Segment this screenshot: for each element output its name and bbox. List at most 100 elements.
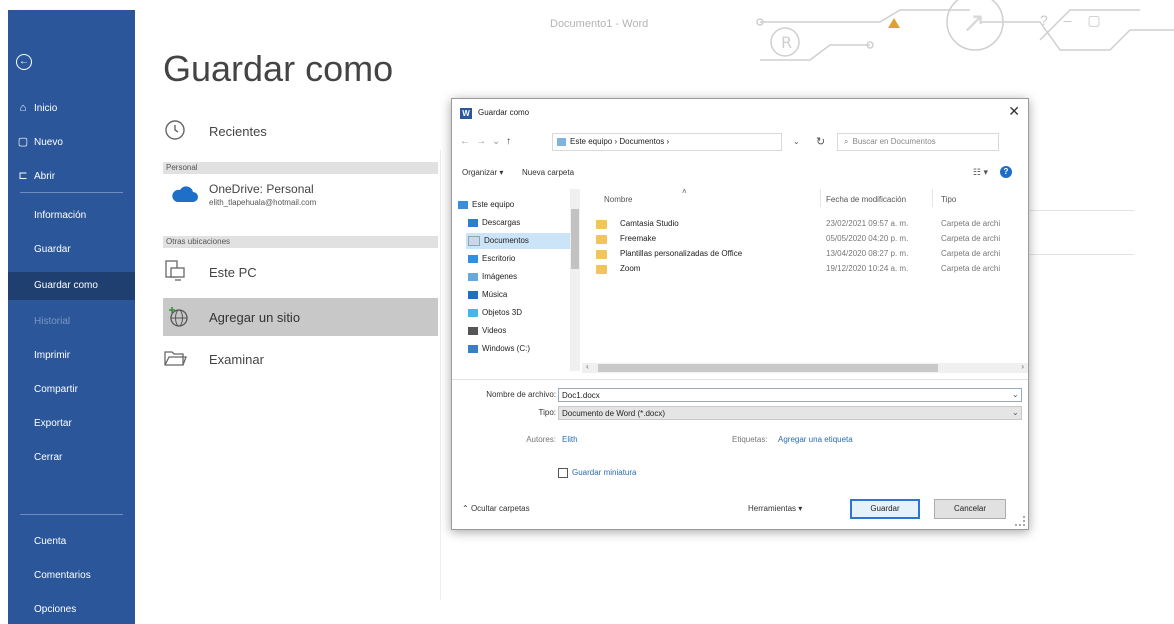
scrollbar-thumb[interactable] <box>598 364 938 372</box>
svg-text:R: R <box>781 33 792 52</box>
tree-item-documentos[interactable]: Documentos <box>466 233 572 249</box>
organize-button[interactable]: Organizar ▾ <box>462 168 503 177</box>
tree-scrollbar[interactable] <box>570 189 580 371</box>
sidebar-item-opciones[interactable]: Opciones <box>8 596 135 624</box>
sidebar-item-guardar-como[interactable]: Guardar como <box>8 272 135 300</box>
column-header-date[interactable]: Fecha de modificación <box>826 195 906 204</box>
forward-icon[interactable]: → <box>476 136 486 147</box>
svg-text:↗: ↗ <box>962 6 985 39</box>
save-as-dialog: W Guardar como ✕ ← → ⌄ ↑ Este equipo › D… <box>451 98 1029 530</box>
sidebar-item-label: Inicio <box>34 103 58 114</box>
tree-item-imagenes[interactable]: Imágenes <box>468 269 517 285</box>
sidebar-item-exportar[interactable]: Exportar <box>8 410 135 438</box>
column-separator[interactable] <box>820 189 821 207</box>
sidebar-item-imprimir[interactable]: Imprimir <box>8 342 135 370</box>
tags-value[interactable]: Agregar una etiqueta <box>778 435 853 444</box>
tree-item-label: Imágenes <box>482 272 518 281</box>
tree-item-musica[interactable]: Música <box>468 287 507 303</box>
tree-item-windows-c[interactable]: Windows (C:) <box>468 341 530 357</box>
authors-label: Autores: <box>526 435 556 444</box>
pictures-icon <box>468 272 478 281</box>
file-row[interactable]: Zoom 19/12/2020 10:24 a. m. Carpeta de a… <box>596 262 1026 276</box>
navigation-pane: Este equipo Descargas Documentos Escrito… <box>452 189 572 371</box>
authors-value[interactable]: Elith <box>562 435 578 444</box>
documents-icon <box>468 235 480 246</box>
resize-grip[interactable] <box>1015 516 1025 526</box>
cancel-button[interactable]: Cancelar <box>934 499 1006 519</box>
location-este-pc[interactable]: Este PC <box>163 256 363 288</box>
sidebar-item-abrir[interactable]: ⊏ Abrir <box>8 162 135 190</box>
tree-item-label: Videos <box>482 326 507 335</box>
tools-label: Herramientas <box>748 504 797 513</box>
column-header-type[interactable]: Tipo <box>941 195 956 204</box>
back-icon[interactable]: ← <box>460 136 470 147</box>
tree-item-este-equipo[interactable]: Este equipo <box>458 197 514 213</box>
location-recientes[interactable]: Recientes <box>163 118 363 146</box>
sidebar-item-nuevo[interactable]: ▢ Nuevo <box>8 128 135 156</box>
view-options-icon[interactable]: ☷ ▾ <box>973 167 988 178</box>
scroll-left-icon[interactable]: ‹ <box>586 362 589 371</box>
column-separator[interactable] <box>932 189 933 207</box>
sidebar-item-informacion[interactable]: Información <box>8 202 135 230</box>
horizontal-scrollbar[interactable]: ‹ › <box>582 362 1028 373</box>
save-button[interactable]: Guardar <box>850 499 920 519</box>
location-examinar[interactable]: Examinar <box>163 346 363 374</box>
up-icon[interactable]: ↑ <box>506 136 511 147</box>
tree-item-label: Descargas <box>482 218 521 227</box>
new-folder-button[interactable]: Nueva carpeta <box>522 168 574 177</box>
tree-item-label: Este equipo <box>472 200 515 209</box>
tree-item-label: Escritorio <box>482 254 516 263</box>
tree-item-descargas[interactable]: Descargas <box>468 215 520 231</box>
tree-item-label: Objetos 3D <box>482 308 523 317</box>
sidebar-item-inicio[interactable]: ⌂ Inicio <box>8 94 135 122</box>
search-input[interactable]: ⌕ Buscar en Documentos <box>837 133 999 151</box>
scroll-right-icon[interactable]: › <box>1021 362 1024 371</box>
file-name: Plantillas personalizadas de Office <box>620 249 743 258</box>
address-bar[interactable]: Este equipo › Documentos › <box>552 133 782 151</box>
chevron-down-icon[interactable]: ⌄ <box>793 137 800 146</box>
file-row[interactable]: Freemake 05/05/2020 04:20 p. m. Carpeta … <box>596 232 1026 246</box>
back-arrow-icon[interactable]: ← <box>16 54 32 70</box>
scrollbar-thumb[interactable] <box>571 209 579 269</box>
dialog-titlebar[interactable]: W Guardar como ✕ <box>452 99 1028 129</box>
word-app-icon: W <box>460 108 472 119</box>
close-icon[interactable]: ✕ <box>1008 103 1020 120</box>
section-header-personal: Personal <box>163 162 438 174</box>
type-select[interactable]: Documento de Word (*.docx) <box>558 406 1022 420</box>
tree-item-objetos-3d[interactable]: Objetos 3D <box>468 305 522 321</box>
onedrive-name: OneDrive: Personal <box>209 182 314 196</box>
recent-locations-icon[interactable]: ⌄ <box>492 136 500 147</box>
tree-item-videos[interactable]: Videos <box>468 323 506 339</box>
file-date: 05/05/2020 04:20 p. m. <box>826 234 909 243</box>
window-controls[interactable]: ? – ▢ <box>1040 12 1107 29</box>
help-icon[interactable]: ? <box>1000 166 1012 178</box>
sidebar-item-cuenta[interactable]: Cuenta <box>8 528 135 556</box>
sidebar-item-cerrar[interactable]: Cerrar <box>8 444 135 472</box>
file-date: 23/02/2021 09:57 a. m. <box>826 219 909 228</box>
sidebar-item-guardar[interactable]: Guardar <box>8 236 135 264</box>
filename-input[interactable]: Doc1.docx <box>558 388 1022 402</box>
clock-icon <box>165 120 185 140</box>
tree-item-escritorio[interactable]: Escritorio <box>468 251 515 267</box>
chevron-down-icon[interactable]: ⌄ <box>1012 390 1019 399</box>
folder-icon <box>596 220 607 229</box>
onedrive-email: elith_tlapehuala@hotmail.com <box>209 198 317 207</box>
sidebar-item-label: Abrir <box>34 171 56 182</box>
folder-open-icon <box>164 351 187 366</box>
tree-item-label: Documentos <box>484 236 529 245</box>
folder-icon <box>596 235 607 244</box>
tools-menu[interactable]: Herramientas ▾ <box>748 504 802 513</box>
file-row[interactable]: Camtasia Studio 23/02/2021 09:57 a. m. C… <box>596 217 1026 231</box>
location-agregar-sitio[interactable]: Agregar un sitio <box>163 298 438 336</box>
location-onedrive[interactable]: OneDrive: Personal elith_tlapehuala@hotm… <box>163 178 438 214</box>
desktop-icon <box>468 254 478 263</box>
thumbnail-checkbox[interactable] <box>558 468 568 478</box>
folder-icon <box>596 265 607 274</box>
hide-folders-toggle[interactable]: ⌃ Ocultar carpetas <box>462 504 530 513</box>
chevron-down-icon[interactable]: ⌄ <box>1012 408 1019 417</box>
file-row[interactable]: Plantillas personalizadas de Office 13/0… <box>596 247 1026 261</box>
sidebar-item-comentarios[interactable]: Comentarios <box>8 562 135 590</box>
column-header-name[interactable]: Nombre <box>604 195 632 204</box>
sidebar-item-compartir[interactable]: Compartir <box>8 376 135 404</box>
refresh-icon[interactable]: ↻ <box>816 135 825 148</box>
